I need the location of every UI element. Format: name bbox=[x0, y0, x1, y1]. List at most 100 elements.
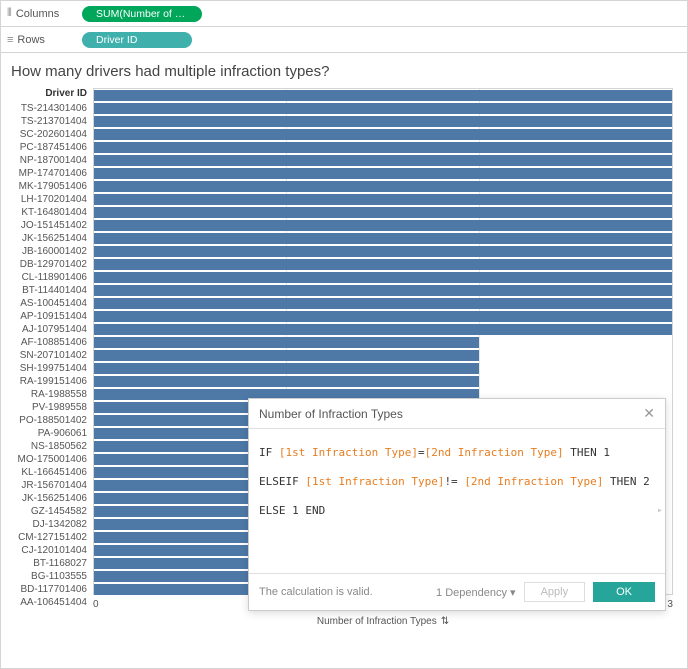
bar-row bbox=[94, 89, 672, 102]
bar[interactable] bbox=[94, 168, 672, 179]
bar[interactable] bbox=[94, 324, 672, 335]
y-tick-label: KT-164801404 bbox=[1, 206, 93, 219]
y-tick-label: TS-214301406 bbox=[1, 102, 93, 115]
bar-row bbox=[94, 102, 672, 115]
y-tick-label: CL-118901406 bbox=[1, 271, 93, 284]
bar-row bbox=[94, 115, 672, 128]
y-tick-label: NS-1850562 bbox=[1, 440, 93, 453]
y-tick-label: AJ-107951404 bbox=[1, 323, 93, 336]
bar[interactable] bbox=[94, 103, 672, 114]
y-tick-label: MK-179051406 bbox=[1, 180, 93, 193]
y-tick-label: SC-202601404 bbox=[1, 128, 93, 141]
x-axis-label: Number of Infraction Types bbox=[317, 616, 437, 627]
bar[interactable] bbox=[94, 298, 672, 309]
bar[interactable] bbox=[94, 116, 672, 127]
bar-row bbox=[94, 154, 672, 167]
sort-icon[interactable]: ⇅ bbox=[441, 616, 449, 627]
dialog-header[interactable]: Number of Infraction Types ✕ bbox=[249, 399, 665, 429]
rows-shelf[interactable]: ≡ Rows Driver ID bbox=[1, 27, 687, 53]
code-keyword: IF bbox=[259, 446, 279, 459]
ok-button[interactable]: OK bbox=[593, 582, 655, 602]
y-tick-label: GZ-1454582 bbox=[1, 505, 93, 518]
bar-row bbox=[94, 141, 672, 154]
y-tick-label: CM-127151402 bbox=[1, 531, 93, 544]
code-keyword: ELSEIF bbox=[259, 475, 305, 488]
y-tick-label: AP-109151404 bbox=[1, 310, 93, 323]
bar-row bbox=[94, 258, 672, 271]
y-tick-label: SH-199751404 bbox=[1, 362, 93, 375]
bar-row bbox=[94, 349, 672, 362]
code-op: != bbox=[444, 475, 464, 488]
bar[interactable] bbox=[94, 311, 672, 322]
apply-button[interactable]: Apply bbox=[524, 582, 586, 602]
code-field: [2nd Infraction Type] bbox=[425, 446, 564, 459]
y-tick-label: AA-106451404 bbox=[1, 596, 93, 609]
bar[interactable] bbox=[94, 90, 672, 101]
code-keyword: ELSE 1 END bbox=[259, 504, 325, 517]
bar[interactable] bbox=[94, 155, 672, 166]
y-tick-label: KL-166451406 bbox=[1, 466, 93, 479]
bar-row bbox=[94, 128, 672, 141]
columns-text: Columns bbox=[16, 8, 59, 20]
y-tick-label: AS-100451404 bbox=[1, 297, 93, 310]
y-tick-label: AF-108851406 bbox=[1, 336, 93, 349]
y-tick-label: PV-1989558 bbox=[1, 401, 93, 414]
bar[interactable] bbox=[94, 233, 672, 244]
y-axis: Driver ID TS-214301406TS-213701404SC-202… bbox=[1, 88, 93, 627]
bar[interactable] bbox=[94, 220, 672, 231]
close-icon[interactable]: ✕ bbox=[643, 405, 655, 422]
y-tick-label: PO-188501402 bbox=[1, 414, 93, 427]
code-op: = bbox=[418, 446, 425, 459]
chevron-down-icon: ▾ bbox=[510, 587, 516, 599]
bar[interactable] bbox=[94, 181, 672, 192]
bar[interactable] bbox=[94, 272, 672, 283]
bar-row bbox=[94, 193, 672, 206]
rows-shelf-label: ≡ Rows bbox=[7, 34, 82, 46]
bar-row bbox=[94, 375, 672, 388]
calculation-editor-dialog[interactable]: Number of Infraction Types ✕ IF [1st Inf… bbox=[248, 398, 666, 611]
y-tick-label: BT-114401404 bbox=[1, 284, 93, 297]
bar[interactable] bbox=[94, 259, 672, 270]
x-tick: 3 bbox=[667, 599, 673, 610]
bar[interactable] bbox=[94, 376, 479, 387]
calculation-code-area[interactable]: IF [1st Infraction Type]=[2nd Infraction… bbox=[249, 429, 665, 573]
columns-pill[interactable]: SUM(Number of Infr... bbox=[82, 6, 202, 22]
y-tick-label: JR-156701404 bbox=[1, 479, 93, 492]
validation-message: The calculation is valid. bbox=[259, 586, 373, 598]
y-tick-label: JO-151451402 bbox=[1, 219, 93, 232]
dialog-footer: The calculation is valid. 1 Dependency ▾… bbox=[249, 573, 665, 610]
y-tick-label: DJ-1342082 bbox=[1, 518, 93, 531]
bar-row bbox=[94, 297, 672, 310]
bar[interactable] bbox=[94, 194, 672, 205]
bar-row bbox=[94, 284, 672, 297]
resize-handle-icon[interactable]: ▸ bbox=[657, 501, 663, 520]
bar-row bbox=[94, 323, 672, 336]
y-tick-label: TS-213701404 bbox=[1, 115, 93, 128]
bar[interactable] bbox=[94, 129, 672, 140]
y-tick-label: RA-1988558 bbox=[1, 388, 93, 401]
y-tick-label: PC-187451406 bbox=[1, 141, 93, 154]
bar-row bbox=[94, 336, 672, 349]
bar[interactable] bbox=[94, 207, 672, 218]
y-tick-label: BG-1103555 bbox=[1, 570, 93, 583]
code-field: [1st Infraction Type] bbox=[279, 446, 418, 459]
viz-title: How many drivers had multiple infraction… bbox=[1, 53, 687, 84]
bar[interactable] bbox=[94, 246, 672, 257]
x-tick: 0 bbox=[93, 599, 99, 610]
bar-row bbox=[94, 206, 672, 219]
columns-icon: ⦀ bbox=[7, 7, 12, 20]
bar[interactable] bbox=[94, 363, 479, 374]
y-tick-label: LH-170201404 bbox=[1, 193, 93, 206]
bar-row bbox=[94, 180, 672, 193]
bar[interactable] bbox=[94, 350, 479, 361]
rows-pill[interactable]: Driver ID bbox=[82, 32, 192, 48]
bar[interactable] bbox=[94, 142, 672, 153]
dependency-dropdown[interactable]: 1 Dependency ▾ bbox=[436, 586, 516, 599]
bar-row bbox=[94, 219, 672, 232]
columns-shelf[interactable]: ⦀ Columns SUM(Number of Infr... bbox=[1, 1, 687, 27]
y-tick-label: RA-199151406 bbox=[1, 375, 93, 388]
y-tick-label: JK-156251406 bbox=[1, 492, 93, 505]
dependency-label: 1 Dependency bbox=[436, 587, 507, 599]
bar[interactable] bbox=[94, 285, 672, 296]
bar[interactable] bbox=[94, 337, 479, 348]
